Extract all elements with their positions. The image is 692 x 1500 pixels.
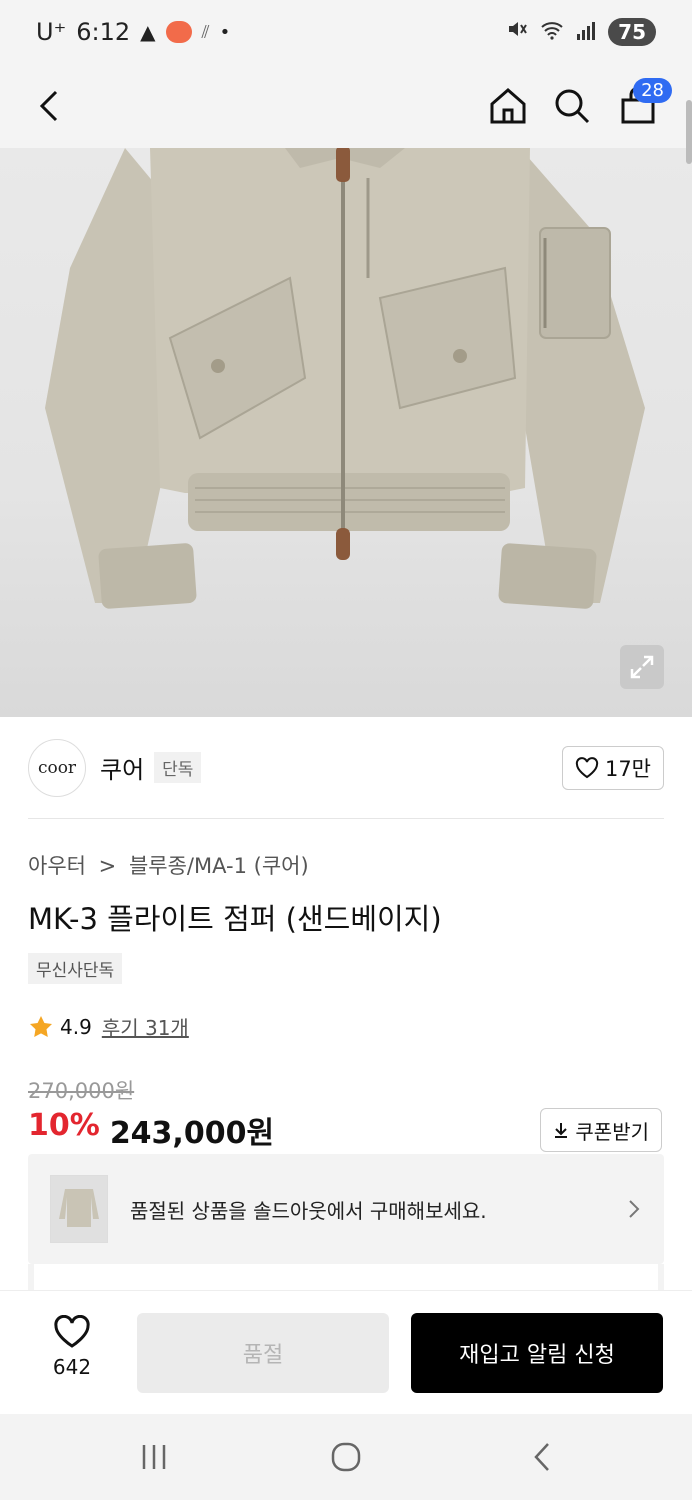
download-icon: [555, 1123, 568, 1138]
search-button[interactable]: [544, 78, 600, 134]
bottom-action-bar: 642 품절 재입고 알림 신청: [0, 1290, 692, 1414]
cart-button[interactable]: 28: [610, 78, 672, 134]
breadcrumb-separator: >: [98, 854, 117, 878]
cart-count-badge: 28: [633, 78, 672, 103]
expand-image-button[interactable]: [620, 645, 664, 689]
soldout-banner[interactable]: 품절된 상품을 솔드아웃에서 구매해보세요.: [28, 1154, 664, 1264]
wishlist-count: 642: [52, 1355, 92, 1379]
clock: 6:12: [76, 18, 131, 46]
breadcrumb-category[interactable]: 아우터: [28, 854, 86, 878]
restock-alert-button[interactable]: 재입고 알림 신청: [411, 1313, 663, 1393]
recent-apps-button[interactable]: [124, 1434, 184, 1480]
chevron-left-icon: [39, 90, 58, 122]
back-nav-button[interactable]: [512, 1434, 572, 1480]
discount-rate: 10%: [28, 1108, 100, 1143]
banner-text: 품절된 상품을 솔드아웃에서 구매해보세요.: [130, 1198, 487, 1223]
brand-row: coor 쿠어 단독 17만: [28, 717, 664, 819]
home-button[interactable]: [480, 78, 536, 134]
brand-name[interactable]: 쿠어: [100, 750, 144, 785]
banner-product-thumbnail: [50, 1175, 108, 1243]
coupon-label: 쿠폰받기: [575, 1119, 649, 1144]
brand-like-button[interactable]: 17만: [561, 745, 664, 790]
app-header: 28: [0, 64, 692, 148]
star-icon: [30, 1015, 52, 1037]
product-title: MK-3 플라이트 점퍼 (샌드베이지): [28, 902, 442, 936]
sync-notification-icon: ⫽: [201, 21, 210, 43]
coupon-button[interactable]: 쿠폰받기: [540, 1108, 662, 1152]
recent-apps-icon: [142, 1445, 166, 1469]
back-arrow-icon: [534, 1443, 549, 1471]
sale-price: 243,000원: [109, 1116, 275, 1151]
review-count-link[interactable]: 후기 31개: [102, 1012, 189, 1041]
home-nav-button[interactable]: [316, 1434, 376, 1480]
price-row: 10% 243,000원: [28, 1108, 274, 1152]
wishlist-button[interactable]: 642: [36, 1315, 108, 1379]
wifi-icon: [540, 18, 564, 46]
brand-like-count: 17만: [604, 756, 651, 781]
original-price: 270,000원: [28, 1079, 135, 1103]
expand-icon: [630, 655, 654, 679]
search-icon: [555, 89, 590, 124]
carrier-label: U⁺: [36, 18, 67, 46]
heart-icon: [54, 1315, 90, 1348]
more-notifications-dot: •: [219, 21, 231, 43]
brand-logo[interactable]: coor: [28, 738, 86, 797]
signal-icon: [576, 18, 596, 46]
breadcrumb-subcategory[interactable]: 블루종/MA-1 (쿠어): [129, 854, 309, 878]
heart-icon: [575, 756, 599, 778]
system-nav-bar: [0, 1414, 692, 1500]
status-bar: U⁺ 6:12 ▲ ⫽ • 75: [0, 0, 692, 64]
home-circle-icon: [331, 1442, 361, 1472]
back-button[interactable]: [22, 78, 78, 134]
app-notification-icon: ▲: [140, 20, 156, 44]
product-image[interactable]: [0, 148, 692, 717]
home-icon: [490, 88, 526, 124]
exclusive-tag: 무신사단독: [28, 953, 123, 984]
breadcrumb: 아우터 > 블루종/MA-1 (쿠어): [28, 850, 309, 880]
scrollbar[interactable]: [686, 100, 692, 164]
chevron-right-icon: [629, 1200, 640, 1218]
rating-score: 4.9: [60, 1014, 92, 1039]
soldout-button: 품절: [137, 1313, 389, 1393]
mute-icon: [506, 18, 528, 46]
jacket-image: [45, 148, 645, 609]
battery-indicator: 75: [608, 18, 656, 46]
chat-notification-icon: [165, 21, 192, 43]
rating-row: 4.9 후기 31개: [28, 1012, 189, 1041]
brand-exclusive-tag: 단독: [154, 752, 202, 783]
